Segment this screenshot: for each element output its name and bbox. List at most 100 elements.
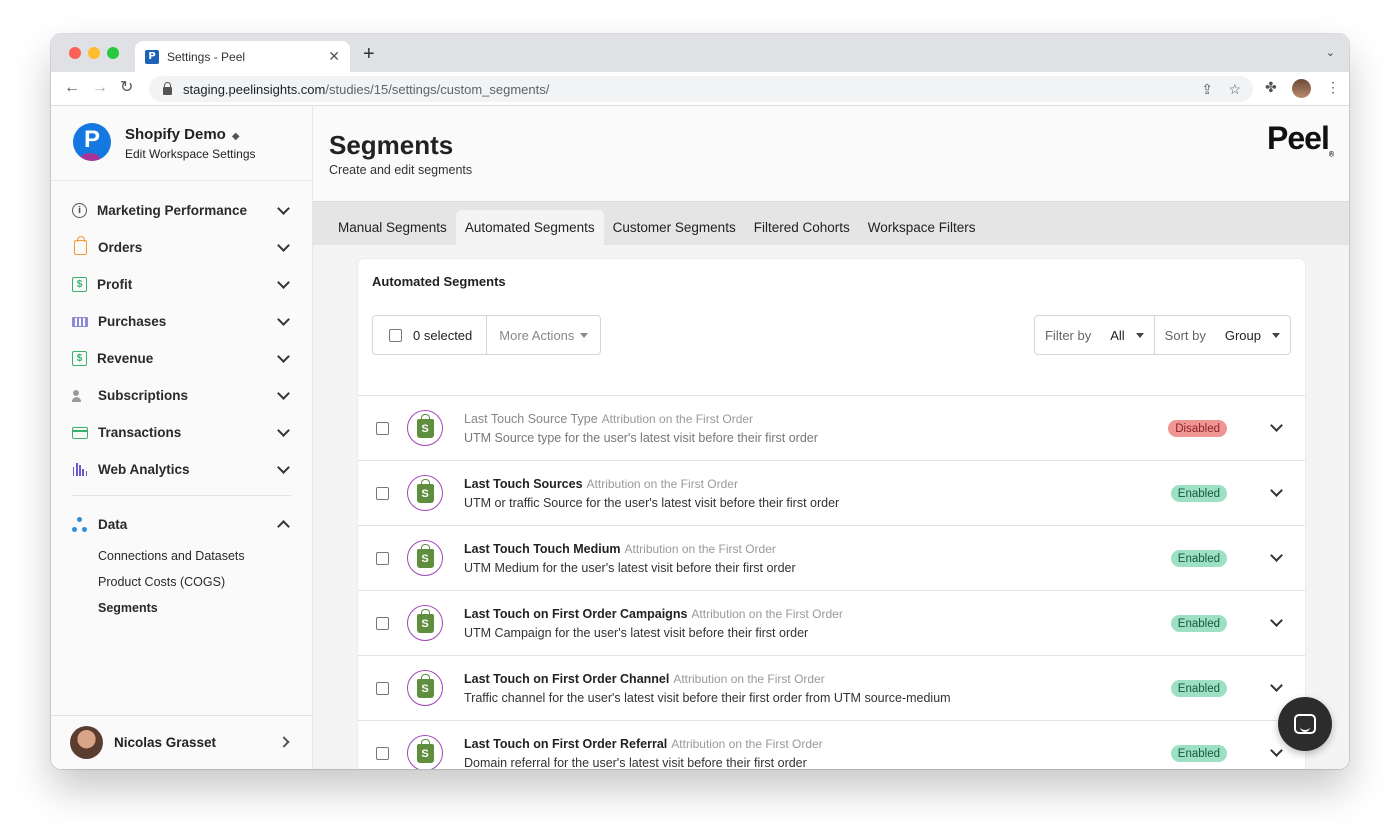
list-item[interactable]: S Last Touch on First Order Channel Attri… xyxy=(358,656,1305,721)
sidebar-item-subscriptions[interactable]: Subscriptions xyxy=(51,377,312,414)
segment-name: Last Touch Sources xyxy=(464,477,583,491)
url-path: /studies/15/settings/custom_segments/ xyxy=(325,81,550,97)
tab-customer-segments[interactable]: Customer Segments xyxy=(604,210,745,245)
filter-value: All xyxy=(1110,327,1125,343)
close-tab-icon[interactable]: ✕ xyxy=(328,48,340,65)
sidebar-item-marketing-performance[interactable]: i Marketing Performance xyxy=(51,192,312,229)
maximize-window-button[interactable] xyxy=(107,47,119,59)
forward-arrow-icon[interactable]: → xyxy=(92,78,108,98)
segment-description: UTM Source type for the user's latest vi… xyxy=(464,431,818,445)
shopify-icon: S xyxy=(407,475,443,511)
tab-search-icon[interactable]: ⌄ xyxy=(1326,46,1335,59)
segment-category: Attribution on the First Order xyxy=(601,412,754,426)
chevron-down-icon[interactable] xyxy=(1270,744,1283,757)
profile-avatar-icon[interactable] xyxy=(1292,79,1311,98)
workspace-switcher-icon[interactable]: ◆ xyxy=(232,131,240,142)
sidebar-item-purchases[interactable]: Purchases xyxy=(51,303,312,340)
sort-dropdown[interactable]: Sort by Group xyxy=(1153,316,1290,354)
bulk-actions-group: 0 selected More Actions xyxy=(372,315,602,355)
segment-category: Attribution on the First Order xyxy=(673,672,825,686)
sidebar-item-transactions[interactable]: Transactions xyxy=(51,414,312,451)
tab-strip: P Settings - Peel ✕ + ⌄ xyxy=(51,34,1349,72)
segments-card: Automated Segments 0 selected More Actio… xyxy=(358,259,1305,769)
minimize-window-button[interactable] xyxy=(88,47,100,59)
filter-label: Filter by xyxy=(1044,327,1092,343)
sidebar-subitem-connections[interactable]: Connections and Datasets xyxy=(51,543,312,569)
close-window-button[interactable] xyxy=(69,47,81,59)
chevron-down-icon[interactable] xyxy=(1270,614,1283,627)
sidebar-item-orders[interactable]: Orders xyxy=(51,229,312,266)
segment-category: Attribution on the First Order xyxy=(586,477,738,491)
workspace-name[interactable]: Shopify Demo ◆ xyxy=(125,126,240,143)
row-checkbox[interactable] xyxy=(376,422,389,435)
tab-workspace-filters[interactable]: Workspace Filters xyxy=(859,210,985,245)
sidebar-subitem-segments[interactable]: Segments xyxy=(51,595,312,621)
tab-automated-segments[interactable]: Automated Segments xyxy=(455,210,604,245)
filter-dropdown[interactable]: Filter by All xyxy=(1035,316,1154,354)
sidebar-item-profit[interactable]: $ Profit xyxy=(51,266,312,303)
sidebar-item-data[interactable]: Data xyxy=(51,506,312,543)
reload-icon[interactable]: ↻ xyxy=(120,78,133,98)
tab-manual-segments[interactable]: Manual Segments xyxy=(329,210,456,245)
tab-filtered-cohorts[interactable]: Filtered Cohorts xyxy=(745,210,859,245)
chevron-down-icon[interactable] xyxy=(1270,419,1283,432)
row-checkbox[interactable] xyxy=(376,552,389,565)
segment-description: Traffic channel for the user's latest vi… xyxy=(464,691,951,705)
workspace-header[interactable]: P Shopify Demo ◆ Edit Workspace Settings xyxy=(51,106,312,181)
shopping-bag-icon xyxy=(73,236,87,255)
list-item[interactable]: S Last Touch Touch Medium Attribution on … xyxy=(358,526,1305,591)
selected-count: 0 selected xyxy=(413,327,473,343)
select-all-checkbox[interactable] xyxy=(389,328,402,342)
bookmark-star-icon[interactable]: ☆ xyxy=(1228,81,1241,98)
chat-launcher-button[interactable] xyxy=(1278,697,1332,751)
sidebar-subitem-product-costs[interactable]: Product Costs (COGS) xyxy=(51,569,312,595)
segment-category: Attribution on the First Order xyxy=(671,737,823,751)
purchases-icon xyxy=(72,316,88,327)
list-item[interactable]: S Last Touch on First Order Referral Attr… xyxy=(358,721,1305,769)
status-badge: Enabled xyxy=(1170,680,1227,697)
status-badge: Enabled xyxy=(1170,485,1227,502)
chevron-down-icon[interactable] xyxy=(1270,484,1283,497)
sidebar-item-revenue[interactable]: $ Revenue xyxy=(51,340,312,377)
tab-title: Settings - Peel xyxy=(167,49,246,64)
shopify-icon: S xyxy=(407,605,443,641)
url-host: staging.peelinsights.com xyxy=(183,81,326,97)
sidebar: P Shopify Demo ◆ Edit Workspace Settings … xyxy=(51,106,313,769)
user-menu[interactable]: Nicolas Grasset xyxy=(51,715,312,769)
caret-down-icon xyxy=(1272,332,1280,338)
shopify-icon: S xyxy=(407,735,443,769)
sort-value: Group xyxy=(1224,327,1261,343)
browser-tab[interactable]: P Settings - Peel ✕ xyxy=(135,41,350,72)
sidebar-item-web-analytics[interactable]: Web Analytics xyxy=(51,451,312,488)
browser-menu-icon[interactable]: ⋮ xyxy=(1326,79,1340,96)
workspace-logo: P xyxy=(73,123,111,161)
filter-sort-group: Filter by All Sort by Group xyxy=(1033,315,1291,355)
caret-down-icon xyxy=(580,332,589,338)
peel-logo: Peel® xyxy=(1267,120,1334,159)
address-bar[interactable]: staging.peelinsights.com/studies/15/sett… xyxy=(149,76,1253,102)
chevron-down-icon[interactable] xyxy=(1270,549,1283,562)
list-item[interactable]: S Last Touch Sources Attribution on the F… xyxy=(358,461,1305,526)
row-checkbox[interactable] xyxy=(376,617,389,630)
extensions-puzzle-icon[interactable]: ✤ xyxy=(1265,79,1277,96)
shopify-icon: S xyxy=(407,670,443,706)
status-badge: Enabled xyxy=(1170,615,1227,632)
segment-description: UTM Medium for the user's latest visit b… xyxy=(464,561,796,575)
new-tab-icon[interactable]: + xyxy=(363,44,375,64)
workspace-settings-link[interactable]: Edit Workspace Settings xyxy=(125,147,256,161)
more-actions-dropdown[interactable]: More Actions xyxy=(487,316,600,354)
page-title: Segments xyxy=(329,130,454,160)
segment-category: Attribution on the First Order xyxy=(691,607,843,621)
select-all-toggle[interactable]: 0 selected xyxy=(373,316,488,354)
back-arrow-icon[interactable]: ← xyxy=(64,78,80,98)
row-checkbox[interactable] xyxy=(376,682,389,695)
share-icon[interactable]: ⇪ xyxy=(1201,81,1213,98)
avatar xyxy=(70,726,103,759)
list-item[interactable]: S Last Touch on First Order Campaigns Att… xyxy=(358,591,1305,656)
row-checkbox[interactable] xyxy=(376,747,389,760)
row-checkbox[interactable] xyxy=(376,487,389,500)
chevron-down-icon[interactable] xyxy=(1270,679,1283,692)
segment-name: Last Touch Touch Medium xyxy=(464,542,621,556)
page-subtitle: Create and edit segments xyxy=(329,163,473,177)
list-item[interactable]: S Last Touch Source Type Attribution on t… xyxy=(358,396,1305,461)
